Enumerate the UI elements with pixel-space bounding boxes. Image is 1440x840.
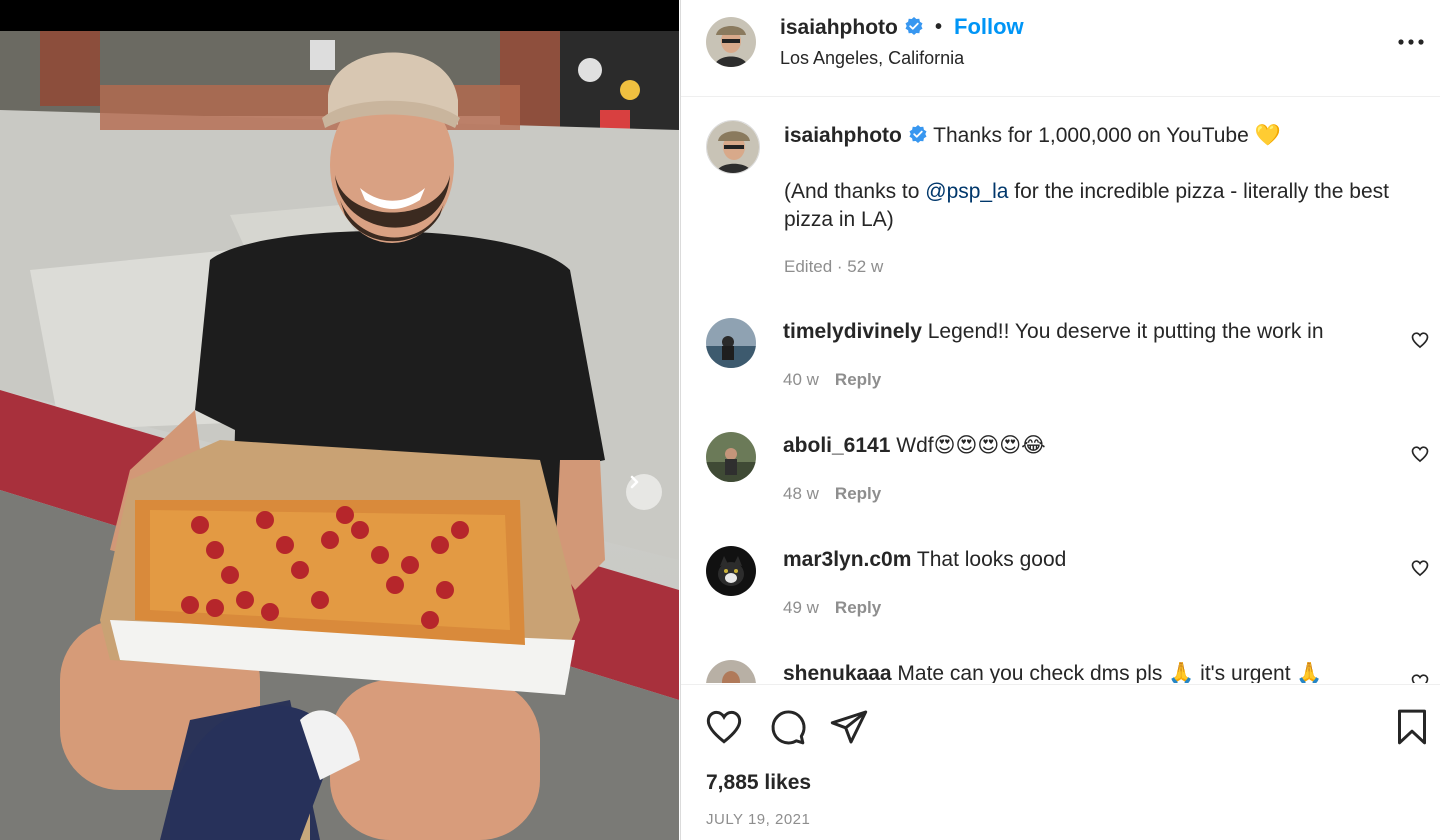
comment-age[interactable]: 40 w — [783, 370, 819, 389]
caption-line-1: Thanks for 1,000,000 on YouTube 💛 — [933, 124, 1281, 147]
comment-meta: 40 w Reply — [783, 370, 881, 390]
caption-text-pre: (And thanks to — [784, 180, 926, 203]
comment-username[interactable]: mar3lyn.c0m — [783, 548, 911, 571]
comment-item: timelydivinely Legend!! You deserve it p… — [681, 318, 1440, 430]
caption-mention-link[interactable]: @psp_la — [925, 180, 1008, 203]
comment-age[interactable]: 49 w — [783, 598, 819, 617]
comment-username[interactable]: timelydivinely — [783, 320, 922, 343]
commenter-avatar[interactable] — [706, 660, 756, 683]
comment-body: Legend!! You deserve it putting the work… — [927, 320, 1324, 343]
heart-icon[interactable] — [1410, 444, 1430, 464]
paper-plane-icon[interactable] — [829, 707, 869, 747]
like-count[interactable]: 7,885 likes — [706, 771, 811, 795]
post-actions: 7,885 likes JULY 19, 2021 — [681, 684, 1440, 840]
comment-username[interactable]: aboli_6141 — [783, 434, 890, 457]
comment-text-line: mar3lyn.c0m That looks good — [783, 546, 1066, 574]
comment-username[interactable]: shenukaaa — [783, 662, 892, 683]
post-side-panel: isaiahphoto • Follow Los Angeles, Califo… — [680, 0, 1440, 840]
caption-username[interactable]: isaiahphoto — [784, 124, 902, 147]
comment-item: aboli_6141 Wdf😍😍😍😍😂 48 w Reply — [681, 432, 1440, 544]
verified-badge-icon — [909, 125, 927, 143]
post-header: isaiahphoto • Follow Los Angeles, Califo… — [681, 0, 1440, 97]
avatar-image — [706, 432, 756, 482]
comment-body: Wdf😍😍😍😍😂 — [896, 434, 1046, 457]
post-media — [0, 0, 679, 840]
comment-item: shenukaaa Mate can you check dms pls 🙏 i… — [681, 660, 1440, 683]
comment-text-line: aboli_6141 Wdf😍😍😍😍😂 — [783, 432, 1046, 460]
caption-meta: Edited · 52 w — [784, 257, 884, 276]
comment-body: Mate can you check dms pls 🙏 it's urgent… — [897, 662, 1323, 683]
post-date[interactable]: JULY 19, 2021 — [706, 811, 810, 828]
reply-button[interactable]: Reply — [835, 370, 881, 389]
more-options-icon[interactable] — [1396, 30, 1426, 54]
heart-icon[interactable] — [1410, 558, 1430, 578]
heart-icon[interactable] — [1410, 672, 1430, 683]
commenter-avatar[interactable] — [706, 432, 756, 482]
comment-meta: 48 w Reply — [783, 484, 881, 504]
avatar-image — [706, 17, 756, 67]
comment-bubble-icon[interactable] — [767, 707, 807, 747]
comment-age[interactable]: 48 w — [783, 484, 819, 503]
avatar-image — [706, 660, 756, 683]
next-photo-button[interactable] — [626, 474, 662, 510]
heart-icon[interactable] — [704, 707, 744, 747]
separator-dot: • — [935, 16, 943, 38]
chevron-right-icon — [630, 475, 639, 489]
post-location[interactable]: Los Angeles, California — [780, 48, 964, 69]
post-caption: isaiahphoto Thanks for 1,000,000 on YouT… — [784, 122, 1404, 234]
photo-illustration — [0, 31, 679, 840]
author-username-text[interactable]: isaiahphoto — [780, 16, 898, 39]
commenter-avatar[interactable] — [706, 546, 756, 596]
comments-list[interactable]: isaiahphoto Thanks for 1,000,000 on YouT… — [681, 98, 1440, 683]
post-photo — [0, 31, 679, 840]
author-username[interactable]: isaiahphoto — [780, 16, 924, 40]
avatar-image — [707, 121, 759, 173]
caption-author-avatar[interactable] — [706, 120, 760, 174]
verified-badge-icon — [905, 17, 923, 35]
reply-button[interactable]: Reply — [835, 484, 881, 503]
comment-body: That looks good — [916, 548, 1067, 571]
avatar-image — [706, 318, 756, 368]
comment-meta: 49 w Reply — [783, 598, 881, 618]
heart-icon[interactable] — [1410, 330, 1430, 350]
reply-button[interactable]: Reply — [835, 598, 881, 617]
author-avatar[interactable] — [706, 17, 756, 67]
bookmark-icon[interactable] — [1392, 707, 1432, 747]
comment-text-line: timelydivinely Legend!! You deserve it p… — [783, 318, 1324, 346]
commenter-avatar[interactable] — [706, 318, 756, 368]
follow-button[interactable]: Follow — [954, 14, 1024, 40]
comment-item: mar3lyn.c0m That looks good 49 w Reply — [681, 546, 1440, 658]
comment-text-line: shenukaaa Mate can you check dms pls 🙏 i… — [783, 660, 1323, 683]
avatar-image — [706, 546, 756, 596]
